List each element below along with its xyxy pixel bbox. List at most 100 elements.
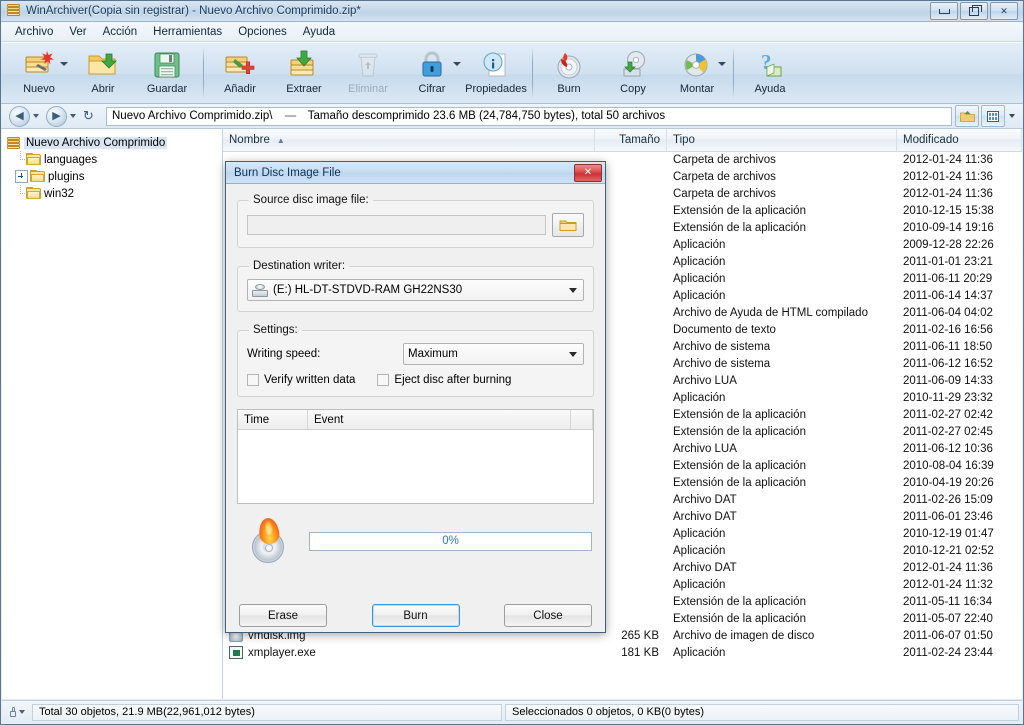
dialog-buttons: Erase Burn Close (237, 604, 594, 627)
chevron-down-icon[interactable] (718, 59, 727, 68)
tree-item-win32-label: win32 (44, 187, 75, 200)
toolbar-label-extraer: Extraer (286, 83, 322, 95)
menu-item-opciones[interactable]: Opciones (230, 24, 295, 40)
cell-modificado: 2010-04-19 20:26 (903, 476, 994, 489)
event-log[interactable]: Time Event (237, 409, 594, 504)
cell-modificado: 2011-06-09 14:33 (903, 374, 993, 387)
close-button[interactable]: ✕ (990, 2, 1018, 20)
burn-progress-text: 0% (442, 535, 459, 547)
cell-tipo: Extensión de la aplicación (673, 476, 806, 489)
toolbar-button-nuevo[interactable]: Nuevo (7, 43, 71, 103)
source-file-input[interactable] (247, 215, 546, 235)
event-log-header: Time Event (238, 410, 593, 430)
burn-progress-bar: 0% (309, 531, 592, 551)
toolbar-button-montar[interactable]: Montar (665, 43, 729, 103)
tree-item-win32[interactable]: win32 (15, 185, 222, 202)
column-label-modificado: Modificado (903, 134, 959, 146)
cell-tipo: Aplicación (673, 391, 726, 404)
menu-item-ver[interactable]: Ver (61, 24, 94, 40)
cell-tipo: Aplicación (673, 578, 726, 591)
cell-tipo: Carpeta de archivos (673, 153, 776, 166)
forward-button[interactable]: ▶ (46, 105, 67, 127)
view-mode-chevron-down-icon[interactable] (1007, 106, 1017, 126)
column-header-tamano[interactable]: Tamaño (595, 129, 667, 151)
toolbar-button-cifrar[interactable]: Cifrar (400, 43, 464, 103)
menu-item-ayuda[interactable]: Ayuda (295, 24, 343, 40)
chevron-down-icon (569, 351, 577, 357)
source-legend: Source disc image file: (253, 194, 369, 206)
writing-speed-label: Writing speed: (247, 348, 321, 360)
table-row[interactable]: xmplayer.exe 181 KB Aplicación 2011-02-24 2… (223, 644, 1022, 661)
folder-tree-pane[interactable]: Nuevo Archivo Comprimido languages plugi… (2, 129, 223, 699)
folder-icon (26, 187, 41, 200)
toolbar-button-propiedades[interactable]: Propiedades (464, 43, 528, 103)
status-selected: Seleccionados 0 objetos, 0 KB(0 bytes) (505, 703, 1019, 721)
toolbar-button-anadir[interactable]: Añadir (208, 43, 272, 103)
cell-tipo: Aplicación (673, 527, 726, 540)
column-header-modificado[interactable]: Modificado (897, 129, 1022, 151)
log-column-time[interactable]: Time (238, 410, 308, 429)
refresh-icon[interactable]: ↻ (79, 107, 98, 126)
eject-disc-label: Eject disc after burning (394, 374, 512, 386)
cell-tipo: Extensión de la aplicación (673, 221, 806, 234)
cell-modificado: 2010-12-15 15:38 (903, 204, 994, 217)
cell-tipo: Documento de texto (673, 323, 776, 336)
chevron-down-icon[interactable] (453, 59, 462, 68)
path-field[interactable]: Nuevo Archivo Comprimido.zip\ ---- Tamañ… (106, 106, 952, 126)
expand-plus-icon[interactable] (15, 170, 28, 183)
title-bar: WinArchiver(Copia sin registrar) - Nuevo… (1, 1, 1023, 22)
view-mode-button[interactable] (981, 105, 1005, 127)
toolbar-button-copy[interactable]: Copy (601, 43, 665, 103)
minimize-button[interactable] (930, 2, 958, 20)
folder-tree: Nuevo Archivo Comprimido languages plugi… (2, 129, 222, 202)
forward-dropdown-icon[interactable] (67, 107, 79, 126)
menu-item-herramientas[interactable]: Herramientas (145, 24, 230, 40)
toolbar-button-burn[interactable]: Burn (537, 43, 601, 103)
restore-button[interactable] (960, 2, 988, 20)
menu-item-accion[interactable]: Acción (95, 24, 146, 40)
erase-button[interactable]: Erase (239, 604, 327, 627)
cell-modificado: 2011-05-11 16:34 (903, 595, 993, 608)
status-lock-area[interactable] (2, 707, 32, 718)
tree-item-plugins[interactable]: plugins (15, 168, 222, 185)
archive-icon (6, 3, 22, 19)
toolbar-label-copy: Copy (620, 83, 646, 95)
open-folder-icon (86, 49, 120, 81)
chevron-down-icon[interactable] (60, 59, 69, 68)
verify-written-data-checkbox[interactable]: Verify written data (247, 374, 355, 386)
close-icon: ✕ (583, 167, 593, 178)
log-column-event[interactable]: Event (308, 410, 571, 429)
back-dropdown-icon[interactable] (30, 107, 42, 126)
burn-button[interactable]: Burn (371, 604, 460, 627)
column-header-nombre[interactable]: Nombre ▲ (223, 129, 595, 151)
tree-item-languages[interactable]: languages (15, 151, 222, 168)
toolbar-button-extraer[interactable]: Extraer (272, 43, 336, 103)
writing-speed-select[interactable]: Maximum (403, 343, 584, 365)
menu-item-archivo[interactable]: Archivo (7, 24, 61, 40)
toolbar-button-abrir[interactable]: Abrir (71, 43, 135, 103)
toolbar-button-eliminar[interactable]: Eliminar (336, 43, 400, 103)
toolbar-label-guardar: Guardar (146, 83, 188, 95)
cell-modificado: 2010-08-04 16:39 (903, 459, 994, 472)
eject-disc-checkbox[interactable]: Eject disc after burning (377, 374, 511, 386)
burn-disc-image-dialog: Burn Disc Image File ✕ Source disc image… (225, 161, 606, 633)
tree-item-root[interactable]: Nuevo Archivo Comprimido (6, 134, 222, 151)
close-dialog-button[interactable]: Close (504, 604, 592, 627)
back-button[interactable]: ◀ (9, 105, 30, 127)
cell-modificado: 2011-05-07 22:40 (903, 612, 993, 625)
destination-writer-select[interactable]: (E:) HL-DT-STDVD-RAM GH22NS30 (247, 279, 584, 301)
cell-modificado: 2011-02-24 23:44 (903, 646, 993, 659)
chevron-down-icon[interactable] (19, 710, 25, 714)
column-header-tipo[interactable]: Tipo (667, 129, 897, 151)
source-browse-button[interactable] (552, 213, 584, 237)
dialog-close-button[interactable]: ✕ (574, 163, 602, 182)
menu-bar: Archivo Ver Acción Herramientas Opciones… (1, 22, 1023, 42)
toolbar-button-ayuda[interactable]: ? Ayuda (738, 43, 802, 103)
toolbar-button-guardar[interactable]: Guardar (135, 43, 199, 103)
toolbar-label-cifrar: Cifrar (418, 83, 446, 95)
up-folder-button[interactable] (955, 105, 979, 127)
checkbox-box (247, 374, 259, 386)
winarchiver-window: WinArchiver(Copia sin registrar) - Nuevo… (0, 0, 1024, 725)
cell-tipo: Extensión de la aplicación (673, 204, 806, 217)
status-total: Total 30 objetos, 21.9 MB(22,961,012 byt… (32, 703, 502, 721)
